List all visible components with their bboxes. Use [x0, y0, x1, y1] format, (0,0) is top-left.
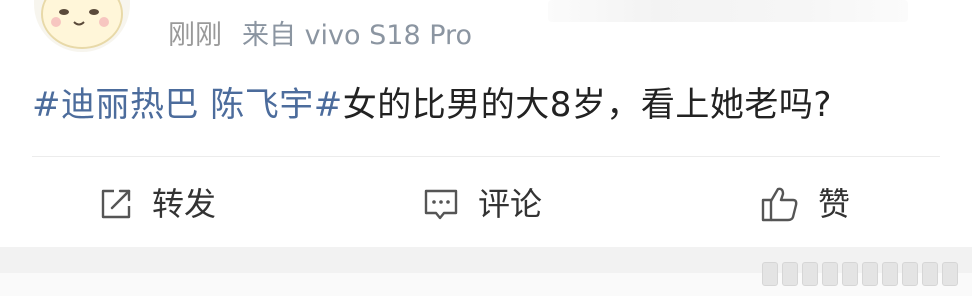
comment-label: 评论 [478, 185, 543, 223]
thumbs-up-icon [761, 187, 798, 222]
avatar-cartoon-image [41, 0, 123, 49]
watermark [762, 256, 958, 292]
post-content: #迪丽热巴 陈飞宇#女的比男的大8岁，看上她老吗? [32, 80, 832, 130]
comment-icon [424, 189, 458, 220]
like-label: 赞 [818, 185, 851, 223]
avatar[interactable] [34, 0, 130, 52]
like-button[interactable]: 赞 [760, 176, 850, 232]
comment-button[interactable]: 评论 [422, 176, 542, 232]
topic-link[interactable]: #迪丽热巴 陈飞宇# [32, 85, 343, 125]
weibo-post-card: 刚刚 来自 vivo S18 Pro #迪丽热巴 陈飞宇#女的比男的大8岁，看上她… [0, 0, 972, 247]
blurred-header-region [548, 0, 908, 22]
post-text: 女的比男的大8岁，看上她老吗? [342, 85, 832, 125]
divider [32, 156, 940, 157]
repost-button[interactable]: 转发 [98, 176, 216, 232]
post-meta: 刚刚 来自 vivo S18 Pro [168, 16, 472, 56]
share-icon [101, 189, 131, 219]
post-source: 来自 vivo S18 Pro [242, 20, 473, 51]
repost-label: 转发 [152, 185, 217, 223]
post-time: 刚刚 [168, 20, 222, 51]
